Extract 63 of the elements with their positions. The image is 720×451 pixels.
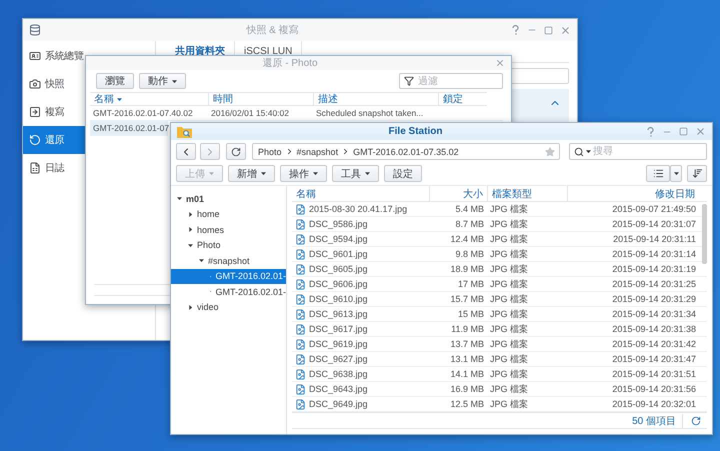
window-title: File Station — [388, 126, 444, 137]
file-type: JPG 檔案 — [489, 398, 530, 410]
file-type: JPG 檔案 — [489, 382, 530, 396]
modified-date: 2015-09-14 20:32:01 — [611, 399, 697, 409]
modified-date: 2015-09-14 20:31:34 — [611, 309, 697, 319]
file-size: 15 MB — [456, 309, 485, 319]
file-size: 12.5 MB — [449, 399, 485, 409]
modified-date: 2015-09-14 20:31:42 — [611, 339, 697, 349]
file-name: DSC_9606.jpg — [292, 278, 429, 290]
file-size: 13.1 MB — [449, 354, 485, 364]
file-type: JPG 檔案 — [489, 218, 530, 230]
file-name: DSC_9586.jpg — [292, 218, 429, 230]
table-cell-text: Scheduled snapshot taken... — [315, 108, 424, 118]
item-count: 50 個項目 — [632, 414, 683, 428]
file-type: JPG 檔案 — [489, 262, 530, 276]
file-name: 2015-08-30 20.41.17.jpg — [292, 204, 429, 214]
file-name: DSC_9610.jpg — [292, 294, 429, 304]
file-type: JPG 檔案 — [489, 278, 530, 290]
table-cell-text: GMT-2016.02.01-07.40.02 — [92, 108, 194, 118]
modified-date: 2015-09-14 20:31:38 — [611, 324, 697, 334]
file-type: JPG 檔案 — [489, 338, 530, 350]
modified-date: 2015-09-14 20:31:47 — [611, 354, 697, 364]
file-type: JPG 檔案 — [489, 292, 530, 306]
file-size: 11.9 MB — [450, 324, 485, 334]
file-size: 9.8 MB — [454, 249, 485, 259]
file-type: JPG 檔案 — [489, 322, 530, 336]
file-name: DSC_9643.jpg — [292, 384, 429, 394]
table-cell-text: 2016/02/01 15:40:02 — [210, 108, 290, 118]
file-type: JPG 檔案 — [489, 248, 530, 260]
file-name: DSC_9613.jpg — [292, 308, 429, 320]
file-name: DSC_9601.jpg — [292, 248, 429, 260]
file-name: DSC_9649.jpg — [292, 398, 429, 410]
modified-date: 2015-09-14 20:31:56 — [611, 384, 697, 394]
file-type: JPG 檔案 — [489, 352, 530, 366]
modified-date: 2015-09-14 20:31:51 — [611, 369, 697, 379]
file-size: 15.7 MB — [449, 294, 485, 304]
file-name: DSC_9619.jpg — [292, 338, 429, 350]
file-size: 8.7 MB — [454, 219, 485, 229]
file-name: DSC_9638.jpg — [292, 368, 429, 380]
file-size: 14.1 MB — [449, 369, 485, 379]
file-type: JPG 檔案 — [489, 202, 530, 216]
file-size: 18.9 MB — [449, 264, 485, 274]
file-size: 17 MB — [456, 279, 485, 289]
modified-date: 2015-09-14 20:31:14 — [611, 249, 697, 259]
modified-date: 2015-09-14 20:31:07 — [611, 219, 697, 229]
file-name: DSC_9617.jpg — [292, 324, 429, 334]
file-type: JPG 檔案 — [489, 232, 530, 246]
file-size: 5.4 MB — [454, 204, 485, 214]
file-size: 12.4 MB — [449, 234, 485, 244]
window-title: 快照 & 複寫 — [245, 24, 300, 37]
file-type: JPG 檔案 — [489, 368, 530, 380]
file-size: 16.9 MB — [449, 384, 485, 394]
modified-date: 2015-09-14 20:31:29 — [611, 294, 697, 304]
modified-date: 2015-09-14 20:31:25 — [611, 279, 697, 289]
modified-date: 2015-09-14 20:31:19 — [611, 264, 697, 274]
file-type: JPG 檔案 — [489, 308, 530, 320]
modified-date: 2015-09-07 21:49:50 — [611, 204, 697, 214]
modified-date: 2015-09-14 20:31:11 — [612, 234, 697, 244]
file-size: 13.7 MB — [449, 339, 485, 349]
file-name: DSC_9594.jpg — [292, 234, 429, 244]
file-name: DSC_9605.jpg — [292, 264, 429, 274]
file-name: DSC_9627.jpg — [292, 354, 429, 364]
table-cell-text: GMT-2016.02.01-07 — [92, 123, 170, 133]
